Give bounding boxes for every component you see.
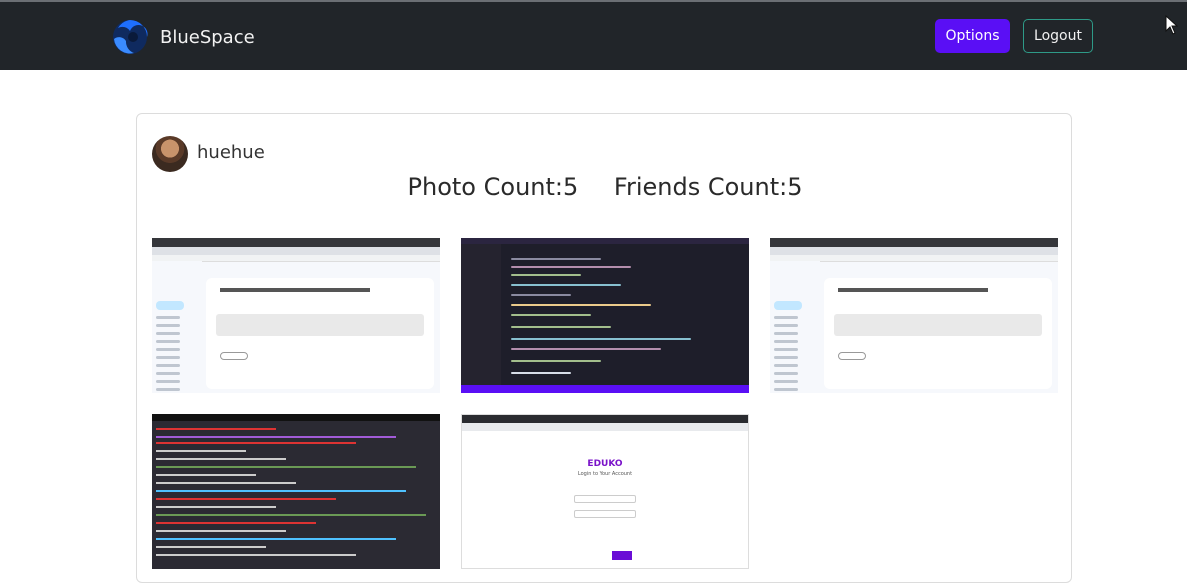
brand-link[interactable]: BlueSpace — [112, 18, 255, 56]
options-button[interactable]: Options — [935, 19, 1010, 53]
logout-button[interactable]: Logout — [1023, 19, 1093, 53]
photo-thumbnail[interactable] — [152, 414, 440, 569]
navbar: BlueSpace Options Logout — [0, 2, 1187, 70]
photo-thumbnail[interactable] — [152, 238, 440, 393]
thumbnail-subtitle: Login to Your Account — [577, 471, 633, 477]
photo-thumbnail[interactable]: EDUKO Login to Your Account — [461, 414, 749, 569]
bluespace-logo-icon — [113, 20, 148, 54]
username: huehue — [197, 142, 265, 163]
friends-count: Friends Count:5 — [613, 173, 803, 201]
brand-name: BlueSpace — [160, 26, 255, 48]
thumbnail-title: EDUKO — [587, 459, 623, 469]
photo-thumbnail[interactable] — [770, 238, 1058, 393]
mouse-cursor-icon — [1165, 15, 1179, 35]
photo-count: Photo Count:5 — [407, 173, 579, 201]
photo-thumbnail[interactable] — [461, 238, 749, 393]
avatar[interactable] — [152, 136, 188, 172]
profile-card: huehue Photo Count:5 Friends Count:5 EDU… — [136, 113, 1072, 583]
profile-stats: Photo Count:5 Friends Count:5 — [137, 173, 1073, 201]
